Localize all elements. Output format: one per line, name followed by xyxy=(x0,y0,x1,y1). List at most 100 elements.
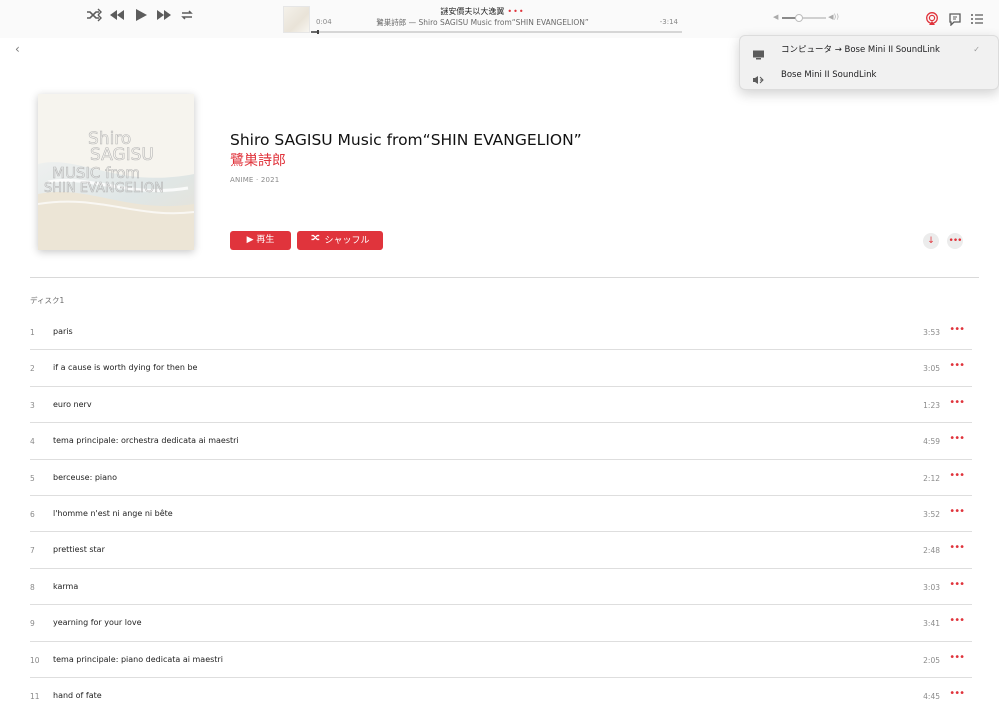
track-more-button[interactable]: ••• xyxy=(949,542,965,553)
album-cover: Shiro SAGISU MUSIC from SHIN EVANGELION xyxy=(38,94,194,250)
volume-handle[interactable] xyxy=(794,14,803,22)
airplay-option-label: Bose Mini II SoundLink xyxy=(781,70,877,80)
volume-slider[interactable]: ◀ ◀)) xyxy=(773,13,839,23)
track-number: 5 xyxy=(30,473,35,483)
now-playing-display: 謎安價夫以大逸翼 ••• 0:04 鷺巣詩郎 — Shiro SAGISU Mus… xyxy=(283,6,682,34)
repeat-icon[interactable] xyxy=(179,8,195,22)
track-row[interactable]: 8 karma 3:03 ••• xyxy=(30,569,972,606)
play-button[interactable]: ▶ 再生 xyxy=(230,231,291,250)
track-duration: 1:23 xyxy=(923,400,940,410)
track-title: paris xyxy=(53,327,73,336)
album-title: Shiro SAGISU Music from“SHIN EVANGELION” xyxy=(230,131,582,149)
track-duration: 3:41 xyxy=(923,619,940,629)
track-row[interactable]: 6 l'homme n'est ni ange ni bête 3:52 ••• xyxy=(30,496,972,533)
computer-icon xyxy=(752,45,765,64)
shuffle-small-icon xyxy=(310,231,322,250)
track-title: prettiest star xyxy=(53,545,105,555)
track-more-button[interactable]: ••• xyxy=(949,470,965,481)
airplay-option-computer[interactable]: コンピュータ → Bose Mini II SoundLink ✓ xyxy=(740,39,998,61)
now-playing-title: 謎安價夫以大逸翼 ••• xyxy=(440,7,525,16)
airplay-option-label: コンピュータ → Bose Mini II SoundLink xyxy=(781,45,940,55)
track-title: euro nerv xyxy=(53,399,92,409)
track-number: 6 xyxy=(30,509,35,519)
volume-low-icon: ◀ xyxy=(773,13,779,21)
remaining-time: -3:14 xyxy=(659,18,678,26)
bluetooth-icon xyxy=(752,70,765,89)
track-more-button[interactable]: ••• xyxy=(949,433,965,444)
download-icon[interactable]: ↓ xyxy=(923,233,939,249)
track-duration: 2:12 xyxy=(923,473,940,483)
track-row[interactable]: 7 prettiest star 2:48 ••• xyxy=(30,532,972,569)
airplay-menu: コンピュータ → Bose Mini II SoundLink ✓ Bose M… xyxy=(739,35,999,90)
track-more-button[interactable]: ••• xyxy=(949,324,965,335)
track-number: 1 xyxy=(30,328,35,337)
track-more-button[interactable]: ••• xyxy=(949,397,965,408)
track-more-button[interactable]: ••• xyxy=(949,579,965,590)
cover-text-line: SHIN EVANGELION xyxy=(44,181,164,196)
album-meta: ANIME · 2021 xyxy=(230,176,280,184)
track-row[interactable]: 4 tema principale: orchestra dedicata ai … xyxy=(30,423,972,460)
album-artist[interactable]: 鷺巣詩郎 xyxy=(230,152,286,170)
track-title: l'homme n'est ni ange ni bête xyxy=(53,508,173,518)
progress-handle[interactable] xyxy=(317,30,320,34)
next-icon[interactable] xyxy=(156,8,172,22)
track-number: 8 xyxy=(30,582,35,592)
track-duration: 4:59 xyxy=(923,437,940,447)
progress-bar[interactable] xyxy=(311,30,682,34)
shuffle-icon[interactable] xyxy=(86,8,102,22)
track-title: karma xyxy=(53,581,79,591)
track-row[interactable]: 9 yearning for your love 3:41 ••• xyxy=(30,605,972,642)
shuffle-button[interactable]: シャッフル xyxy=(297,231,383,250)
track-more-button[interactable]: ••• xyxy=(949,688,965,699)
track-title: yearning for your love xyxy=(53,618,142,628)
up-next-list-icon[interactable] xyxy=(970,11,984,25)
track-more-button[interactable]: ••• xyxy=(949,506,965,517)
track-row[interactable]: 3 euro nerv 1:23 ••• xyxy=(30,387,972,424)
header-divider xyxy=(30,277,979,278)
cover-text-line: MUSIC from xyxy=(52,164,140,182)
airplay-icon[interactable] xyxy=(925,11,939,25)
track-duration: 3:52 xyxy=(923,509,940,519)
previous-icon[interactable] xyxy=(109,8,125,22)
disc-label: ディスク1 xyxy=(30,296,65,305)
airplay-option-bose[interactable]: Bose Mini II SoundLink xyxy=(740,64,998,86)
track-duration: 3:03 xyxy=(923,582,940,592)
track-title: tema principale: piano dedicata ai maest… xyxy=(53,654,223,664)
track-row[interactable]: 2 if a cause is worth dying for then be 3:… xyxy=(30,350,972,387)
back-chevron-icon[interactable]: ‹ xyxy=(15,42,20,56)
track-row[interactable]: 10 tema principale: piano dedicata ai mae… xyxy=(30,642,972,678)
check-icon: ✓ xyxy=(973,45,980,54)
track-number: 4 xyxy=(30,437,35,447)
track-number: 3 xyxy=(30,400,35,410)
now-playing-more-button[interactable]: ••• xyxy=(507,7,524,16)
now-playing-artwork xyxy=(283,6,310,33)
track-list: 1 paris 3:53 ••• 2 if a cause is worth dying … xyxy=(30,314,972,714)
track-number: 9 xyxy=(30,619,35,629)
track-title: tema principale: orchestra dedicata ai m… xyxy=(53,436,239,446)
track-number: 11 xyxy=(30,691,40,701)
now-playing-subtitle: 鷺巣詩郎 — Shiro SAGISU Music from“SHIN EVAN… xyxy=(376,18,589,27)
track-row[interactable]: 1 paris 3:53 ••• xyxy=(30,314,972,351)
album-more-button[interactable]: ••• xyxy=(947,233,963,249)
lyrics-icon[interactable] xyxy=(948,11,962,27)
track-duration: 3:05 xyxy=(923,364,940,374)
track-duration: 2:05 xyxy=(923,655,940,665)
track-duration: 3:53 xyxy=(923,328,940,337)
track-number: 10 xyxy=(30,655,40,665)
track-title: if a cause is worth dying for then be xyxy=(53,363,198,373)
track-number: 2 xyxy=(30,364,35,374)
track-title: berceuse: piano xyxy=(53,472,117,482)
track-number: 7 xyxy=(30,546,35,556)
track-title: hand of fate xyxy=(53,690,102,700)
track-more-button[interactable]: ••• xyxy=(949,360,965,371)
track-row[interactable]: 5 berceuse: piano 2:12 ••• xyxy=(30,460,972,496)
elapsed-time: 0:04 xyxy=(316,18,332,26)
track-more-button[interactable]: ••• xyxy=(949,652,965,663)
shuffle-button-label: シャッフル xyxy=(324,236,370,246)
track-duration: 4:45 xyxy=(923,691,940,701)
track-more-button[interactable]: ••• xyxy=(949,615,965,626)
cover-text-line: SAGISU xyxy=(90,145,154,165)
play-icon[interactable] xyxy=(134,8,148,22)
volume-high-icon: ◀)) xyxy=(828,13,839,21)
top-bar: 謎安價夫以大逸翼 ••• 0:04 鷺巣詩郎 — Shiro SAGISU Mus… xyxy=(0,0,999,38)
